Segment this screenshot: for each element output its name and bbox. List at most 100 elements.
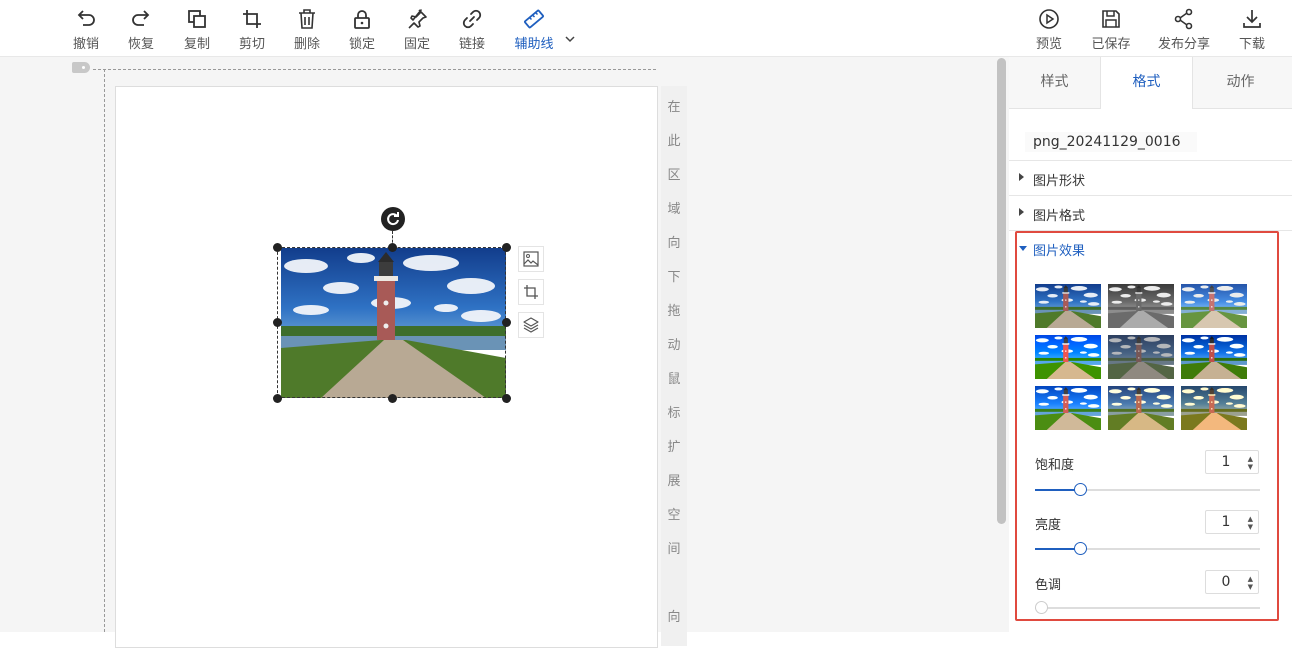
saturation-slider-knob[interactable] (1074, 483, 1087, 496)
tab-action[interactable]: 动作 (1195, 57, 1286, 108)
brightness-slider-knob[interactable] (1074, 542, 1087, 555)
effect-preset-7[interactable] (1035, 386, 1101, 430)
redo-icon (132, 10, 150, 26)
pin-label: 固定 (403, 37, 430, 52)
lock-icon (354, 10, 370, 29)
tab-format[interactable]: 格式 (1100, 57, 1193, 109)
pin-icon (408, 9, 427, 29)
layers-button[interactable] (518, 312, 544, 338)
resize-handle-se[interactable] (502, 394, 511, 403)
link-label: 链接 (458, 37, 485, 52)
saturation-slider[interactable] (1035, 483, 1260, 496)
undo-icon (77, 10, 95, 26)
hint-char: 扩 (667, 440, 681, 455)
cut-label: 剪切 (238, 37, 265, 52)
spin-up-icon[interactable]: ▲ (1248, 516, 1253, 523)
delete-label: 删除 (293, 37, 320, 52)
share-button[interactable]: 发布分享 (1158, 8, 1210, 52)
delete-button[interactable]: 删除 (287, 8, 327, 52)
effect-preset-3[interactable] (1181, 284, 1247, 328)
copy-button[interactable]: 复制 (177, 8, 217, 52)
copy-label: 复制 (183, 37, 210, 52)
hint-char: 此 (667, 134, 681, 149)
horizontal-guide[interactable] (93, 69, 656, 70)
crop-icon (243, 10, 261, 28)
expand-hint-strip: 在此区域向下拖动鼠标扩展空间向 (661, 86, 687, 646)
saturation-input[interactable]: 1 ▲ ▼ (1205, 450, 1259, 474)
hint-char: 下 (667, 270, 681, 285)
save-button[interactable]: 已保存 (1091, 8, 1131, 52)
vertical-guide[interactable] (104, 69, 105, 632)
hint-char: 展 (667, 474, 681, 489)
hint-char: 在 (667, 100, 681, 115)
ruler-icon (524, 9, 544, 29)
image-icon (523, 251, 539, 267)
resize-handle-ne[interactable] (502, 243, 511, 252)
resize-handle-w[interactable] (273, 318, 282, 327)
resize-handle-e[interactable] (502, 318, 511, 327)
hint-char: 区 (667, 168, 681, 183)
hint-char: 空 (667, 508, 681, 523)
hue-slider[interactable] (1035, 601, 1260, 614)
preview-button[interactable]: 预览 (1029, 8, 1069, 52)
spin-up-icon[interactable]: ▲ (1248, 456, 1253, 463)
share-label: 发布分享 (1157, 37, 1210, 52)
chevron-down-icon[interactable] (563, 32, 577, 46)
effect-preset-1[interactable] (1035, 284, 1101, 328)
section-image-format[interactable]: 图片格式 (1009, 195, 1292, 230)
effect-preset-8[interactable] (1108, 386, 1174, 430)
rotate-handle-icon[interactable] (381, 207, 405, 231)
lock-button[interactable]: 锁定 (342, 8, 382, 52)
download-button[interactable]: 下载 (1232, 8, 1272, 52)
undo-button[interactable]: 撤销 (66, 8, 106, 52)
download-label: 下载 (1238, 37, 1265, 52)
hint-char: 域 (667, 202, 681, 217)
canvas-scrollbar-thumb[interactable] (997, 58, 1006, 524)
selection-frame (277, 247, 506, 398)
link-button[interactable]: 链接 (452, 8, 492, 52)
effect-preset-5[interactable] (1108, 335, 1174, 379)
brightness-slider[interactable] (1035, 542, 1260, 555)
caret-right-icon (1019, 208, 1024, 216)
guide-tag-icon[interactable] (72, 62, 90, 73)
effect-preset-4[interactable] (1035, 335, 1101, 379)
redo-button[interactable]: 恢复 (121, 8, 161, 52)
link-icon (462, 9, 482, 29)
tab-style[interactable]: 样式 (1009, 57, 1100, 108)
hint-char: 间 (667, 542, 681, 557)
guides-button[interactable]: 辅助线 (514, 8, 554, 52)
lock-label: 锁定 (348, 37, 375, 52)
section-image-shape[interactable]: 图片形状 (1009, 160, 1292, 195)
copy-icon (188, 10, 206, 28)
effect-preset-9[interactable] (1181, 386, 1247, 430)
brightness-label: 亮度 (1035, 518, 1062, 533)
resize-handle-nw[interactable] (273, 243, 282, 252)
hue-input[interactable]: 0 ▲ ▼ (1205, 570, 1259, 594)
spin-down-icon[interactable]: ▼ (1248, 464, 1253, 471)
trash-icon (299, 9, 315, 29)
download-icon (1243, 10, 1261, 28)
spin-up-icon[interactable]: ▲ (1248, 576, 1253, 583)
crop-image-button[interactable] (518, 279, 544, 305)
resize-handle-n[interactable] (388, 243, 397, 252)
saturation-value: 1 (1221, 454, 1231, 470)
resize-handle-s[interactable] (388, 394, 397, 403)
spin-down-icon[interactable]: ▼ (1248, 584, 1253, 591)
hint-char: 动 (667, 338, 681, 353)
replace-image-button[interactable] (518, 246, 544, 272)
brightness-input[interactable]: 1 ▲ ▼ (1205, 510, 1259, 534)
effect-preset-2[interactable] (1108, 284, 1174, 328)
guides-label: 辅助线 (514, 37, 554, 52)
pin-button[interactable]: 固定 (397, 8, 437, 52)
hint-char: 鼠 (667, 372, 681, 387)
resize-handle-sw[interactable] (273, 394, 282, 403)
hue-label: 色调 (1035, 578, 1062, 593)
effect-preset-6[interactable] (1181, 335, 1247, 379)
undo-label: 撤销 (72, 37, 99, 52)
hint-char: 拖 (667, 304, 681, 319)
play-circle-icon (1039, 9, 1059, 29)
image-filename[interactable]: png_20241129_0016 (1025, 132, 1197, 152)
cut-button[interactable]: 剪切 (232, 8, 272, 52)
spin-down-icon[interactable]: ▼ (1248, 524, 1253, 531)
hue-slider-knob[interactable] (1035, 601, 1048, 614)
